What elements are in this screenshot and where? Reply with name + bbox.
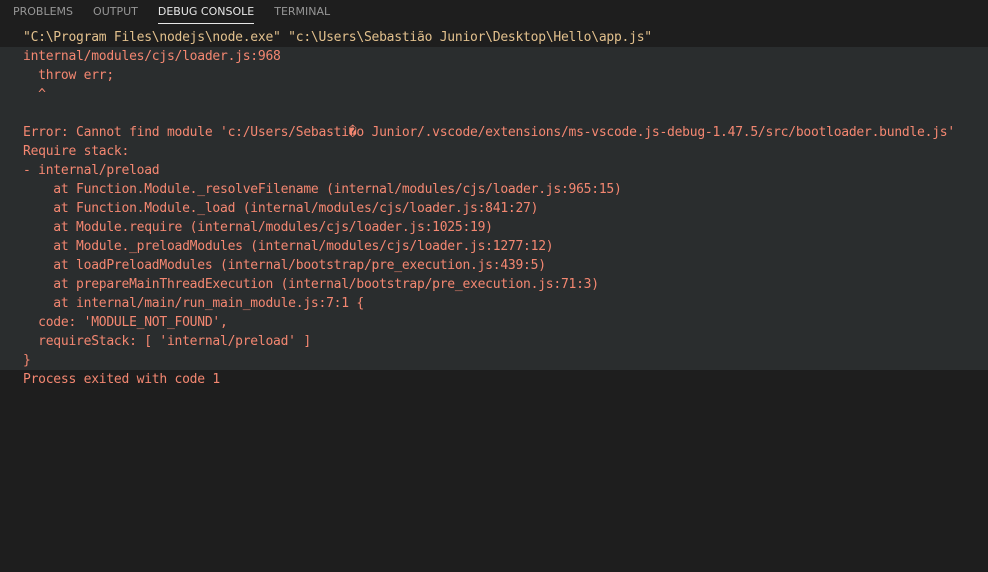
exit-message-line: Process exited with code 1 bbox=[23, 372, 220, 387]
stack-frame-line: at Module._preloadModules (internal/modu… bbox=[0, 237, 988, 256]
debug-console-panel: PROBLEMS OUTPUT DEBUG CONSOLE TERMINAL "… bbox=[0, 0, 988, 572]
tab-problems[interactable]: PROBLEMS bbox=[13, 0, 73, 24]
stack-frame-line: at loadPreloadModules (internal/bootstra… bbox=[0, 256, 988, 275]
panel-tab-bar: PROBLEMS OUTPUT DEBUG CONSOLE TERMINAL bbox=[0, 0, 988, 24]
stack-frame-line: at internal/main/run_main_module.js:7:1 … bbox=[0, 294, 988, 313]
stack-frame-line: at Function.Module._load (internal/modul… bbox=[0, 199, 988, 218]
stack-frame-line: at Function.Module._resolveFilename (int… bbox=[0, 180, 988, 199]
stack-frame-line: at prepareMainThreadExecution (internal/… bbox=[0, 275, 988, 294]
error-line: } bbox=[0, 351, 988, 370]
error-line: ^ bbox=[0, 85, 988, 104]
console-output[interactable]: "C:\Program Files\nodejs\node.exe" "c:\U… bbox=[0, 28, 988, 389]
error-line: requireStack: [ 'internal/preload' ] bbox=[0, 332, 988, 351]
tab-debug-console[interactable]: DEBUG CONSOLE bbox=[157, 0, 255, 24]
command-line: "C:\Program Files\nodejs\node.exe" "c:\U… bbox=[23, 30, 652, 45]
error-line: Require stack: bbox=[0, 142, 988, 161]
stack-frame-line: at Module.require (internal/modules/cjs/… bbox=[0, 218, 988, 237]
error-line: throw err; bbox=[0, 66, 988, 85]
error-line: internal/modules/cjs/loader.js:968 bbox=[0, 47, 988, 66]
error-line: code: 'MODULE_NOT_FOUND', bbox=[0, 313, 988, 332]
error-line: - internal/preload bbox=[0, 161, 988, 180]
tab-output[interactable]: OUTPUT bbox=[93, 0, 138, 24]
error-line bbox=[0, 104, 988, 123]
error-message-line: Error: Cannot find module 'c:/Users/Seba… bbox=[0, 123, 988, 142]
tab-terminal[interactable]: TERMINAL bbox=[274, 0, 330, 24]
